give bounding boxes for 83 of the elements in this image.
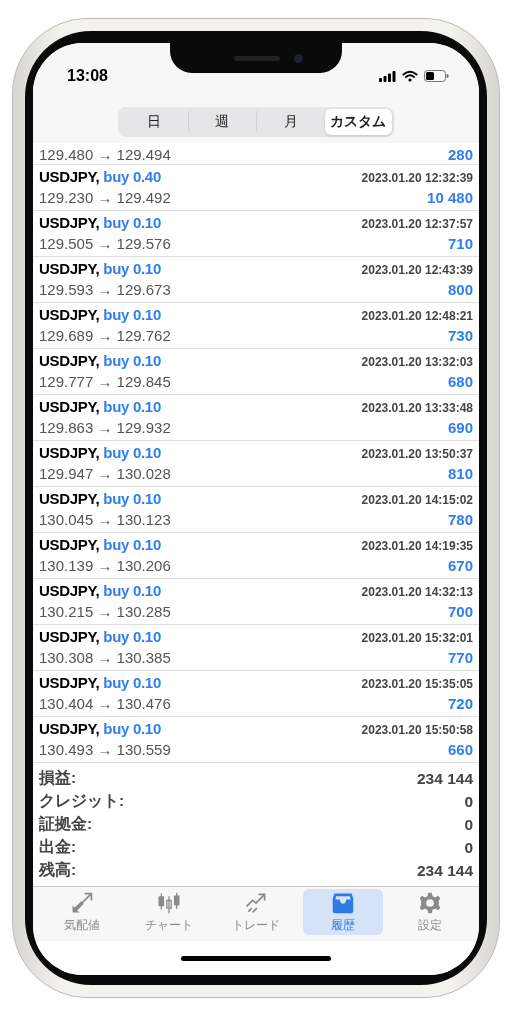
trade-title: USDJPY, buy 0.10 (39, 536, 161, 553)
trade-profit: 690 (447, 419, 473, 436)
trade-prices: 129.230 → 129.492 (39, 189, 171, 206)
trade-time: 2023.01.20 15:32:01 (361, 631, 473, 645)
trade-profit: 700 (447, 603, 473, 620)
inbox-tray-icon (330, 891, 355, 915)
trade-profit: 280 (447, 146, 473, 163)
trade-time: 2023.01.20 12:32:39 (361, 171, 473, 185)
signal-icon (379, 70, 396, 82)
trade-time: 2023.01.20 15:50:58 (361, 723, 473, 737)
trade-prices: 130.493 → 130.559 (39, 741, 171, 758)
camera-lens (293, 53, 303, 63)
tab-bar-item[interactable]: 設定 (389, 889, 470, 935)
summary-label: クレジット: (39, 791, 125, 811)
settings-icon (417, 891, 442, 915)
trade-title: USDJPY, buy 0.10 (39, 214, 161, 231)
speaker-grille (233, 55, 280, 61)
trade-title: USDJPY, buy 0.10 (39, 490, 161, 507)
trade-prices: 130.045 → 130.123 (39, 511, 171, 528)
wifi-icon (402, 70, 418, 82)
trade-time: 2023.01.20 13:50:37 (361, 447, 473, 461)
trade-time: 2023.01.20 15:35:05 (361, 677, 473, 691)
summary-value: 0 (464, 815, 473, 834)
trade-prices: 129.863 → 129.932 (39, 419, 171, 436)
period-tab[interactable]: 月 (256, 109, 325, 135)
trade-prices: 130.308 → 130.385 (39, 649, 171, 666)
period-tab[interactable]: 週 (187, 109, 256, 135)
trade-profit: 660 (447, 741, 473, 758)
period-tab[interactable]: カスタム (324, 109, 392, 135)
trade-title: USDJPY, buy 0.10 (39, 306, 161, 323)
battery-icon (424, 70, 449, 82)
trade-time: 2023.01.20 12:48:21 (361, 309, 473, 323)
trade-profit: 720 (447, 695, 473, 712)
trade-time: 2023.01.20 13:32:03 (361, 355, 473, 369)
trade-prices: 129.947 → 130.028 (39, 465, 171, 482)
trade-title: USDJPY, buy 0.40 (39, 168, 161, 185)
summary-label: 残高: (39, 860, 77, 880)
trade-title: USDJPY, buy 0.10 (39, 444, 161, 461)
trade-title: USDJPY, buy 0.10 (39, 628, 161, 645)
trade-prices: 130.139 → 130.206 (39, 557, 171, 574)
trade-profit: 10 480 (427, 189, 473, 206)
trade-time: 2023.01.20 14:32:13 (361, 585, 473, 599)
trade-time: 2023.01.20 12:37:57 (361, 217, 473, 231)
trade-title: USDJPY, buy 0.10 (39, 398, 161, 415)
diagonal-arrows-icon (70, 891, 95, 915)
trade-time: 2023.01.20 14:15:02 (361, 493, 473, 507)
trade-time: 2023.01.20 13:33:48 (361, 401, 473, 415)
summary-value: 234 144 (416, 861, 473, 880)
trade-row[interactable]: 129.480 → 129.494 280 (33, 143, 479, 165)
trade-time: 2023.01.20 12:43:39 (361, 263, 473, 277)
trade-profit: 670 (447, 557, 473, 574)
trade-prices: 130.215 → 130.285 (39, 603, 171, 620)
period-tab[interactable]: 日 (120, 109, 188, 135)
trade-row[interactable]: USDJPY, buy 0.10 2023.01.20 15:50:58 130.493 → 130.559 660 (33, 717, 479, 763)
status-time: 13:08 (67, 66, 108, 85)
summary-label: 損益: (39, 768, 77, 788)
trade-profit: 780 (447, 511, 473, 528)
trade-prices: 129.689 → 129.762 (39, 327, 171, 344)
trend-arrow-icon (244, 891, 268, 915)
trade-prices: 129.505 → 129.576 (39, 235, 171, 252)
summary-value: 0 (464, 792, 473, 811)
trade-prices: 129.777 → 129.845 (39, 373, 171, 390)
trade-profit: 730 (447, 327, 473, 344)
summary-value: 0 (464, 838, 473, 857)
trade-title: USDJPY, buy 0.10 (39, 582, 161, 599)
trade-profit: 770 (447, 649, 473, 666)
trade-profit: 680 (447, 373, 473, 390)
summary-label: 証拠金: (39, 814, 93, 834)
tab-bar-item[interactable]: チャート (129, 889, 210, 935)
trade-title: USDJPY, buy 0.10 (39, 674, 161, 691)
trade-profit: 810 (447, 465, 473, 482)
trade-title: USDJPY, buy 0.10 (39, 720, 161, 737)
summary-label: 出金: (39, 837, 77, 857)
trade-time: 2023.01.20 14:19:35 (361, 539, 473, 553)
summary-value: 234 144 (416, 769, 473, 788)
trade-prices: 129.593 → 129.673 (39, 281, 171, 298)
trade-profit: 800 (447, 281, 473, 298)
trade-prices: 130.404 → 130.476 (39, 695, 171, 712)
trade-profit: 710 (447, 235, 473, 252)
candlestick-icon (157, 891, 182, 915)
trade-title: USDJPY, buy 0.10 (39, 352, 161, 369)
trade-title: USDJPY, buy 0.10 (39, 260, 161, 277)
trade-prices: 129.480 → 129.494 (39, 146, 171, 163)
